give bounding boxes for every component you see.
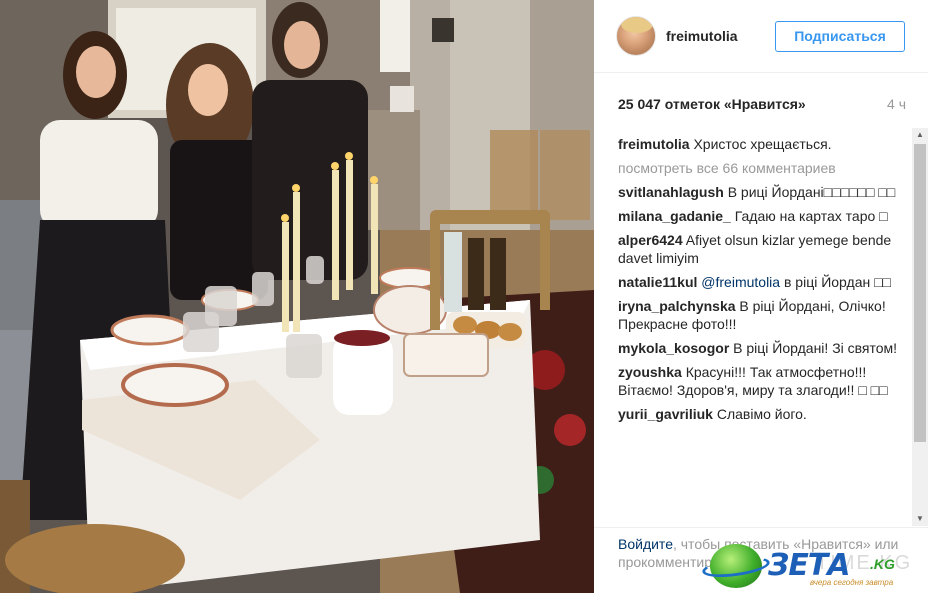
username-link[interactable]: freimutolia (666, 28, 738, 44)
caption: freimutolia Христос хрещається. (618, 135, 906, 153)
post-side-panel: freimutolia Подписаться 25 047 отметок «… (594, 0, 928, 593)
comment-username[interactable]: natalie11kul (618, 274, 697, 290)
comment-text: Гадаю на картах таро □ (734, 208, 888, 224)
comment-text: В ріці Йордані! Зі святом! (733, 340, 898, 356)
footer-divider (594, 527, 928, 528)
scroll-down-arrow-icon[interactable]: ▼ (912, 512, 928, 526)
watermark-logo: TIME.KG ЗЕТА .KG вчера сегодня завтра (701, 540, 928, 593)
comment-item: iryna_palchynska В ріці Йордані, Олічко!… (618, 297, 906, 333)
scroll-up-arrow-icon[interactable]: ▲ (912, 128, 928, 142)
comment-text: в ріці Йордан □□ (783, 274, 892, 290)
comment-username[interactable]: zyoushka (618, 364, 682, 380)
comment-item: alper6424 Afiyet olsun kizlar yemege ben… (618, 231, 906, 267)
comment-item: zyoushka Красуні!!! Так атмосфетно!!! Ві… (618, 363, 906, 399)
caption-username[interactable]: freimutolia (618, 136, 690, 152)
comment-item: natalie11kul @freimutolia в ріці Йордан … (618, 273, 906, 291)
comments-scrollbar[interactable]: ▲ ▼ (912, 128, 928, 526)
comment-username[interactable]: iryna_palchynska (618, 298, 736, 314)
comment-username[interactable]: milana_gadanie_ (618, 208, 731, 224)
watermark-domain: .KG (870, 556, 895, 572)
scrollbar-thumb[interactable] (914, 144, 926, 442)
post-timestamp[interactable]: 4 ч (887, 96, 906, 112)
post-header: freimutolia Подписаться (594, 0, 928, 72)
comment-username[interactable]: svitlanahlagush (618, 184, 724, 200)
comment-username[interactable]: yurii_gavriliuk (618, 406, 713, 422)
caption-text: Христос хрещається. (693, 136, 832, 152)
comments-list: freimutolia Христос хрещається. посмотре… (618, 135, 906, 527)
comment-item: milana_gadanie_ Гадаю на картах таро □ (618, 207, 906, 225)
comment-text: Славімо його. (716, 406, 807, 422)
header-divider (594, 72, 928, 73)
comment-item: svitlanahlagush В риці Йордані□□□□□□ □□ (618, 183, 906, 201)
login-link[interactable]: Войдите (618, 536, 673, 552)
avatar[interactable] (616, 16, 656, 56)
photo-illustration (0, 0, 594, 593)
comment-username[interactable]: mykola_kosogor (618, 340, 729, 356)
comment-item: mykola_kosogor В ріці Йордані! Зі святом… (618, 339, 906, 357)
watermark-slogan: вчера сегодня завтра (810, 578, 894, 587)
comment-item: yurii_gavriliuk Славімо його. (618, 405, 906, 423)
follow-button[interactable]: Подписаться (775, 21, 905, 52)
post-photo[interactable] (0, 0, 594, 593)
likes-count[interactable]: 25 047 отметок «Нравится» (618, 96, 806, 112)
comment-text: В риці Йордані□□□□□□ □□ (727, 184, 896, 200)
comment-mention-link[interactable]: @freimutolia (701, 274, 780, 290)
comment-username[interactable]: alper6424 (618, 232, 683, 248)
view-all-comments-link[interactable]: посмотреть все 66 комментариев (618, 159, 906, 177)
